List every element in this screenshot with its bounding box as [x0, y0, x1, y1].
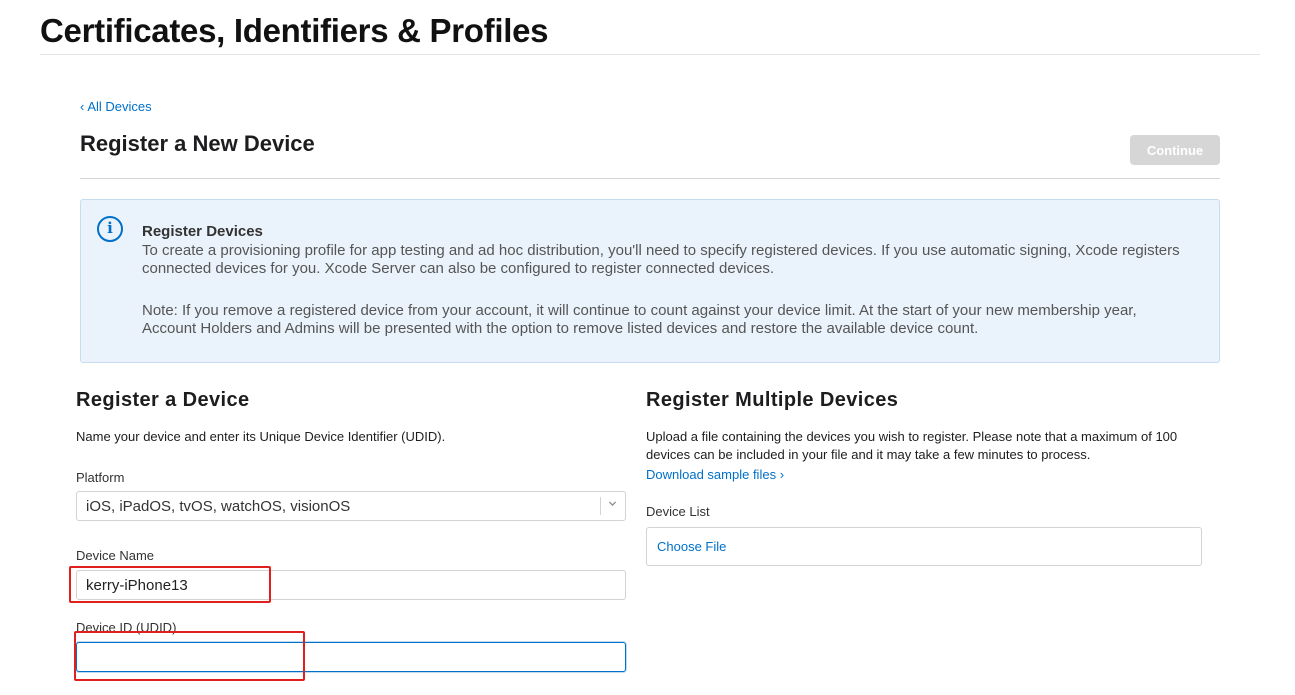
- info-icon: i: [97, 216, 123, 242]
- section-heading: Register a New Device: [80, 131, 315, 156]
- annotation-box-device-name: [69, 566, 271, 603]
- register-multiple-heading: Register Multiple Devices: [646, 389, 899, 411]
- chevron-right-icon: ›: [779, 467, 785, 482]
- platform-select[interactable]: iOS, iPadOS, tvOS, watchOS, visionOS: [76, 491, 626, 521]
- register-device-heading: Register a Device: [76, 389, 250, 411]
- register-multiple-description: Upload a file containing the devices you…: [646, 429, 1178, 462]
- heading-divider: [80, 178, 1220, 179]
- choose-file-button[interactable]: Choose File: [646, 527, 1202, 566]
- info-note: Note: If you remove a registered device …: [142, 302, 1137, 337]
- info-paragraph: To create a provisioning profile for app…: [142, 242, 1180, 277]
- all-devices-link[interactable]: ‹ All Devices: [80, 99, 152, 114]
- continue-button[interactable]: Continue: [1130, 135, 1220, 165]
- chevron-down-icon: [608, 501, 617, 507]
- download-sample-files-label: Download sample files: [646, 467, 777, 482]
- platform-label: Platform: [76, 470, 125, 485]
- chevron-left-icon: ‹: [80, 99, 85, 114]
- page-title: Certificates, Identifiers & Profiles: [40, 12, 549, 49]
- title-divider: [40, 54, 1260, 55]
- info-title: Register Devices: [142, 223, 263, 240]
- info-banner: i Register Devices To create a provision…: [80, 199, 1220, 363]
- choose-file-label: Choose File: [657, 539, 727, 554]
- platform-select-value: iOS, iPadOS, tvOS, watchOS, visionOS: [86, 498, 351, 515]
- device-list-label: Device List: [646, 504, 710, 519]
- device-name-label: Device Name: [76, 548, 155, 563]
- download-sample-files-link[interactable]: Download sample files ›: [646, 466, 784, 484]
- register-device-description: Name your device and enter its Unique De…: [76, 429, 446, 444]
- all-devices-link-label: All Devices: [87, 99, 152, 114]
- select-divider: [600, 497, 601, 515]
- annotation-box-device-id: [74, 631, 305, 681]
